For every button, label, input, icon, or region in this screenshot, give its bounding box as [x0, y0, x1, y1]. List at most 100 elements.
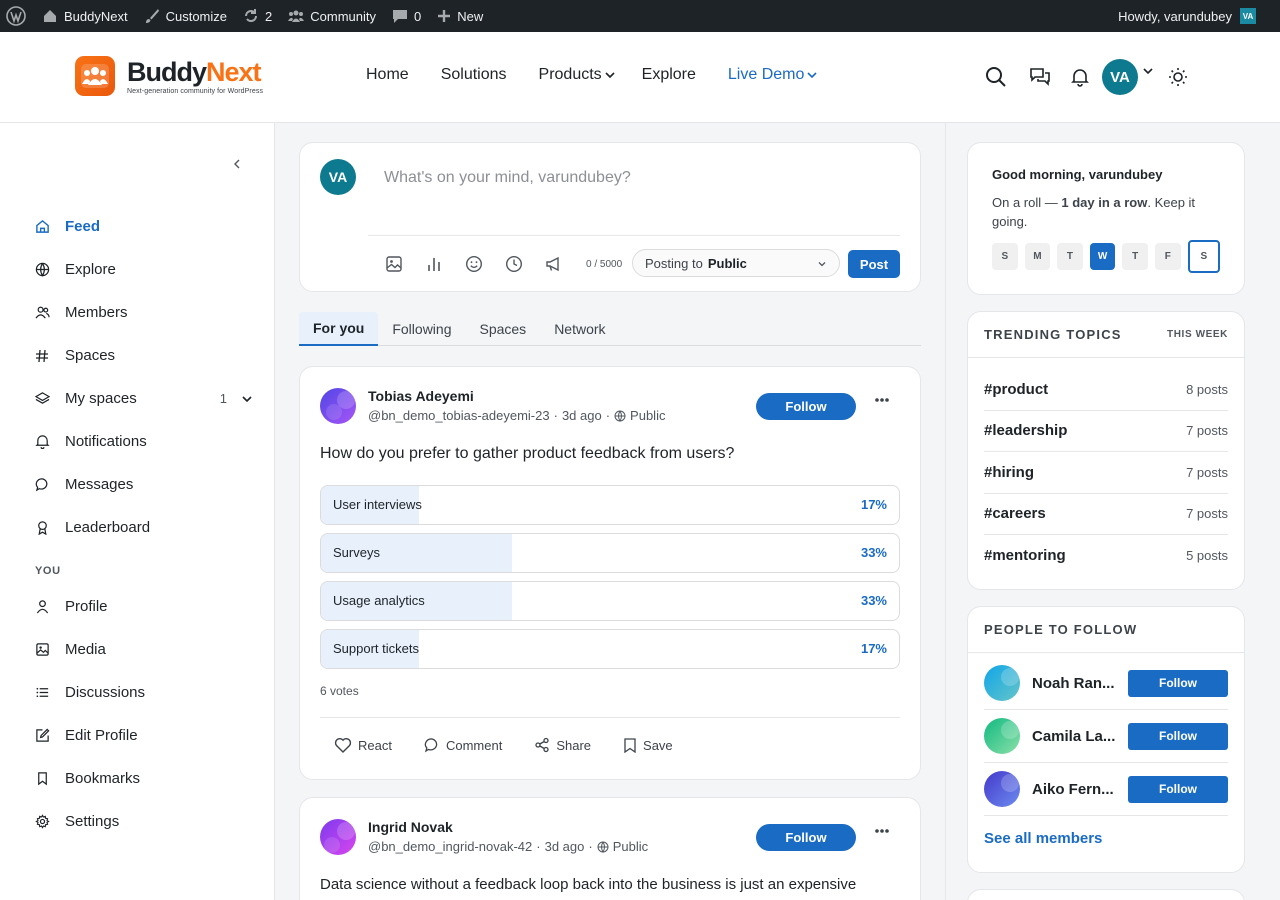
- admin-community-link[interactable]: Community: [280, 0, 384, 32]
- poll-option[interactable]: Usage analytics 33%: [320, 581, 900, 621]
- comment-icon: [393, 10, 407, 23]
- audience-select[interactable]: Posting to Public: [632, 249, 840, 277]
- notifications-button[interactable]: [1060, 59, 1100, 95]
- author-avatar[interactable]: [320, 388, 356, 424]
- author-name[interactable]: Ingrid Novak: [368, 819, 453, 835]
- more-options-button[interactable]: [874, 396, 890, 404]
- admin-new-link[interactable]: New: [429, 0, 491, 32]
- poll-option[interactable]: Surveys 33%: [320, 533, 900, 573]
- nav-explore[interactable]: Explore: [642, 66, 696, 84]
- add-emoji-button[interactable]: [454, 253, 494, 275]
- sidebar-item-messages[interactable]: Messages: [35, 463, 265, 506]
- sidebar-item-discussions[interactable]: Discussions: [35, 671, 265, 714]
- admin-site-link[interactable]: BuddyNext: [34, 0, 136, 32]
- admin-account[interactable]: Howdy, varundubey VA: [1118, 8, 1280, 24]
- search-button[interactable]: [976, 59, 1016, 95]
- sidebar-item-edit-profile[interactable]: Edit Profile: [35, 714, 265, 757]
- sidebar-item-members[interactable]: Members: [35, 291, 265, 334]
- author-avatar[interactable]: [320, 819, 356, 855]
- sidebar-item-bookmarks[interactable]: Bookmarks: [35, 757, 265, 800]
- person-avatar[interactable]: [984, 771, 1020, 807]
- poll-option-percent: 17%: [860, 641, 887, 656]
- tab-spaces[interactable]: Spaces: [465, 312, 540, 345]
- sidebar-item-label: Edit Profile: [65, 727, 138, 744]
- add-photo-button[interactable]: [374, 253, 414, 275]
- more-dots-icon: [875, 829, 889, 833]
- poll-option[interactable]: User interviews 17%: [320, 485, 900, 525]
- topic-count: 7 posts: [1186, 423, 1228, 439]
- sidebar-item-media[interactable]: Media: [35, 628, 265, 671]
- comment-button[interactable]: Comment: [424, 737, 502, 753]
- sidebar-item-my-spaces[interactable]: My spaces 1: [35, 377, 265, 420]
- announcement-button[interactable]: [534, 253, 574, 275]
- nav-home[interactable]: Home: [366, 66, 409, 84]
- sidebar-item-leaderboard[interactable]: Leaderboard: [35, 506, 265, 549]
- nav-solutions[interactable]: Solutions: [441, 66, 507, 84]
- post-button[interactable]: Post: [848, 250, 900, 278]
- poll-option[interactable]: Support tickets 17%: [320, 629, 900, 669]
- person-avatar[interactable]: [984, 665, 1020, 701]
- messages-button[interactable]: [1020, 59, 1060, 95]
- follow-button[interactable]: Follow: [1128, 775, 1228, 803]
- sidebar-item-notifications[interactable]: Notifications: [35, 420, 265, 463]
- home-icon: [44, 10, 56, 22]
- composer-input[interactable]: What's on your mind, varundubey?: [384, 169, 631, 187]
- sidebar-item-settings[interactable]: Settings: [35, 800, 265, 843]
- chevron-down-icon[interactable]: [241, 393, 253, 405]
- save-button[interactable]: Save: [623, 737, 673, 753]
- wordpress-logo-button[interactable]: [0, 0, 34, 32]
- more-dots-icon: [875, 398, 889, 402]
- trending-item[interactable]: #product 8 posts: [984, 369, 1228, 411]
- home-icon: [36, 219, 49, 233]
- person-name[interactable]: Noah Ran...: [1032, 675, 1116, 692]
- author-handle[interactable]: @bn_demo_ingrid-novak-42: [368, 839, 532, 854]
- follow-button[interactable]: Follow: [756, 393, 856, 420]
- admin-comments-link[interactable]: 0: [384, 0, 429, 32]
- sidebar-item-label: Messages: [65, 476, 134, 493]
- trending-item[interactable]: #mentoring 5 posts: [984, 535, 1228, 577]
- theme-toggle-button[interactable]: [1158, 59, 1198, 95]
- person-name[interactable]: Aiko Fern...: [1032, 781, 1116, 798]
- schedule-button[interactable]: [494, 253, 534, 275]
- sidebar-item-label: Spaces: [65, 347, 116, 364]
- sidebar-item-explore[interactable]: Explore: [35, 248, 265, 291]
- collapse-sidebar-button[interactable]: [230, 157, 244, 171]
- chevron-down-icon: [605, 72, 615, 79]
- sidebar-item-spaces[interactable]: Spaces: [35, 334, 265, 377]
- trending-item[interactable]: #careers 7 posts: [984, 494, 1228, 535]
- sidebar-item-label: Settings: [65, 813, 120, 830]
- more-options-button[interactable]: [874, 827, 890, 835]
- share-button[interactable]: Share: [534, 737, 591, 753]
- author-handle[interactable]: @bn_demo_tobias-adeyemi-23: [368, 408, 550, 423]
- meta-separator: ·: [605, 408, 611, 423]
- nav-live-demo[interactable]: Live Demo: [728, 66, 818, 84]
- follow-button[interactable]: Follow: [756, 824, 856, 851]
- author-name[interactable]: Tobias Adeyemi: [368, 388, 474, 404]
- add-poll-button[interactable]: [414, 253, 454, 275]
- admin-updates-link[interactable]: 2: [235, 0, 280, 32]
- streak-text: On a roll — 1 day in a row. Keep it goin…: [992, 193, 1220, 231]
- user-avatar[interactable]: VA: [1102, 59, 1138, 95]
- trending-item[interactable]: #leadership 7 posts: [984, 411, 1228, 452]
- sidebar-item-label: Notifications: [65, 433, 147, 450]
- bell-icon: [1071, 69, 1089, 87]
- follow-button[interactable]: Follow: [1128, 722, 1228, 750]
- nav-products[interactable]: Products: [539, 66, 616, 84]
- clock-icon: [505, 255, 523, 273]
- sidebar-item-feed[interactable]: Feed: [35, 205, 265, 248]
- site-logo[interactable]: BuddyNext Next-generation community for …: [75, 56, 263, 96]
- tab-for-you[interactable]: For you: [299, 312, 379, 346]
- trending-item[interactable]: #hiring 7 posts: [984, 452, 1228, 494]
- tab-following[interactable]: Following: [378, 312, 465, 345]
- sidebar-item-profile[interactable]: Profile: [35, 585, 265, 628]
- admin-customize-link[interactable]: Customize: [136, 0, 235, 32]
- follow-button[interactable]: Follow: [1128, 669, 1228, 697]
- react-button[interactable]: React: [334, 737, 392, 753]
- person-name[interactable]: Camila La...: [1032, 728, 1116, 745]
- tab-network[interactable]: Network: [540, 312, 619, 345]
- account-menu-toggle[interactable]: [1138, 53, 1158, 89]
- meta-separator: ·: [536, 839, 541, 854]
- person-avatar[interactable]: [984, 718, 1020, 754]
- see-all-members-link[interactable]: See all members: [968, 816, 1244, 861]
- admin-comments-count: 0: [414, 8, 422, 24]
